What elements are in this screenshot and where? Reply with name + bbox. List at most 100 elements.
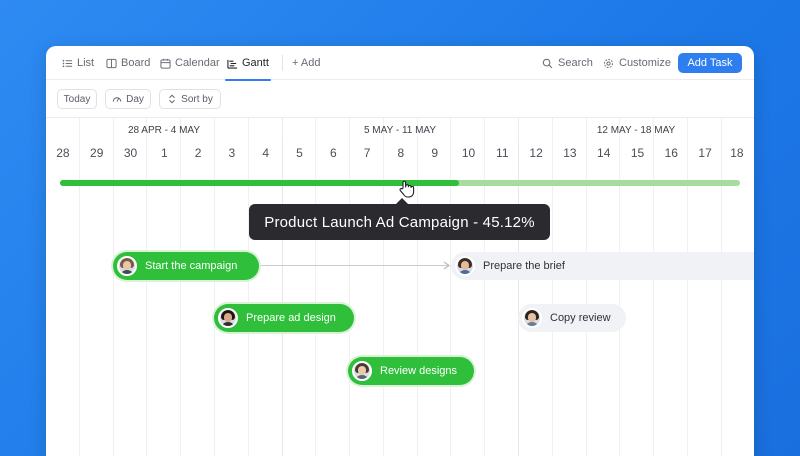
day-label: 6 — [329, 146, 337, 160]
gear-icon — [603, 58, 614, 68]
day-label: 8 — [397, 146, 405, 160]
add-view-button[interactable]: + Add — [292, 46, 320, 80]
day-header: 28 29 30 1 2 3 4 5 6 7 8 9 10 11 12 13 1… — [46, 142, 754, 164]
day-label: 15 — [630, 146, 645, 160]
day-gridline — [586, 118, 587, 456]
week-label: 5 MAY - 11 MAY — [363, 124, 437, 136]
day-label: 14 — [597, 146, 611, 160]
task-label: Copy review — [550, 312, 611, 324]
tab-board-label: Board — [121, 57, 151, 69]
day-label: 29 — [90, 146, 104, 160]
day-label: 7 — [363, 146, 371, 160]
avatar — [522, 308, 542, 328]
day-label: 3 — [228, 146, 236, 160]
tab-calendar[interactable]: Calendar — [160, 46, 220, 80]
day-gridline — [79, 118, 80, 456]
day-label: 2 — [194, 146, 202, 160]
hand-cursor-icon — [399, 180, 415, 198]
day-gridline — [383, 118, 384, 456]
day-gridline — [349, 118, 350, 456]
day-gridline — [619, 118, 620, 456]
dependency-arrow-icon — [443, 261, 451, 270]
task-label: Prepare ad design — [246, 312, 336, 324]
week-label: 28 APR - 4 MAY — [127, 124, 201, 136]
day-label: 18 — [730, 146, 744, 160]
task-bar[interactable]: Start the campaign — [113, 252, 259, 280]
search-icon — [542, 58, 553, 68]
tab-list-label: List — [77, 57, 95, 69]
board-icon — [106, 58, 117, 68]
tab-calendar-label: Calendar — [175, 57, 220, 69]
tab-gantt-label: Gantt — [242, 57, 269, 69]
gantt-controls: Today Day Sort by — [46, 80, 754, 118]
customize-label: Customize — [619, 57, 671, 69]
week-header: 28 APR - 4 MAY 5 MAY - 11 MAY 12 MAY - 1… — [46, 118, 754, 142]
view-toolbar: List Board Calendar Gantt + Add Search C… — [46, 46, 754, 81]
day-label: 11 — [496, 146, 509, 160]
task-label: Review designs — [380, 365, 458, 377]
list-icon — [62, 59, 73, 67]
day-gridline — [315, 118, 316, 456]
sort-button[interactable]: Sort by — [159, 89, 221, 109]
today-label: Today — [63, 93, 91, 105]
day-gridline — [721, 118, 722, 456]
gantt-window: List Board Calendar Gantt + Add Search C… — [46, 46, 754, 456]
day-gridline — [484, 118, 485, 456]
day-gridline — [687, 118, 688, 456]
day-gridline — [653, 118, 654, 456]
task-bar[interactable]: Prepare the brief — [451, 252, 754, 280]
calendar-icon — [160, 58, 171, 69]
day-label: 28 — [56, 146, 70, 160]
day-scale-label: Day — [126, 93, 144, 105]
day-label: 30 — [123, 146, 138, 160]
day-gridline — [214, 118, 215, 456]
progress-tooltip-text: Product Launch Ad Campaign - 45.12% — [264, 213, 535, 231]
day-label: 17 — [698, 146, 712, 160]
add-task-button[interactable]: Add Task — [678, 53, 742, 73]
task-label: Start the campaign — [145, 260, 238, 272]
tab-board[interactable]: Board — [106, 46, 150, 80]
dependency-line — [261, 265, 449, 266]
day-gridline — [552, 118, 553, 456]
customize-button[interactable]: Customize — [603, 46, 671, 80]
today-button[interactable]: Today — [57, 89, 97, 109]
day-gridline — [113, 118, 114, 456]
day-label: 5 — [296, 146, 303, 160]
avatar — [352, 361, 372, 381]
day-label: 9 — [431, 146, 439, 160]
week-gridline — [518, 118, 519, 456]
search-label: Search — [558, 57, 593, 69]
task-label: Prepare the brief — [483, 260, 565, 272]
day-label: 1 — [160, 146, 168, 160]
toolbar-divider — [282, 55, 283, 71]
tab-gantt[interactable]: Gantt — [225, 46, 271, 81]
add-task-label: Add Task — [687, 57, 733, 69]
task-bar[interactable]: Review designs — [348, 357, 474, 385]
tab-list[interactable]: List — [62, 46, 94, 80]
avatar — [117, 256, 137, 276]
search-button[interactable]: Search — [542, 46, 593, 80]
day-label: 13 — [563, 146, 577, 160]
day-gridline — [146, 118, 147, 456]
day-scale-button[interactable]: Day — [105, 89, 151, 109]
task-bar[interactable]: Prepare ad design — [214, 304, 354, 332]
day-gridline — [180, 118, 181, 456]
avatar — [455, 256, 475, 276]
day-label: 16 — [664, 146, 678, 160]
gantt-icon — [227, 59, 238, 69]
timescale-icon — [112, 97, 122, 102]
avatar — [218, 308, 238, 328]
day-gridline — [248, 118, 249, 456]
day-label: 12 — [529, 146, 543, 160]
week-label: 12 MAY - 18 MAY — [596, 124, 676, 136]
day-label: 4 — [262, 146, 270, 160]
day-gridline — [417, 118, 418, 456]
day-gridline — [450, 118, 451, 456]
day-label: 10 — [461, 146, 476, 160]
progress-tooltip: Product Launch Ad Campaign - 45.12% — [249, 198, 550, 240]
sort-label: Sort by — [181, 93, 213, 105]
week-gridline — [282, 118, 283, 456]
add-view-label: + Add — [292, 57, 321, 69]
task-bar[interactable]: Copy review — [518, 304, 626, 332]
sort-icon — [169, 94, 175, 104]
